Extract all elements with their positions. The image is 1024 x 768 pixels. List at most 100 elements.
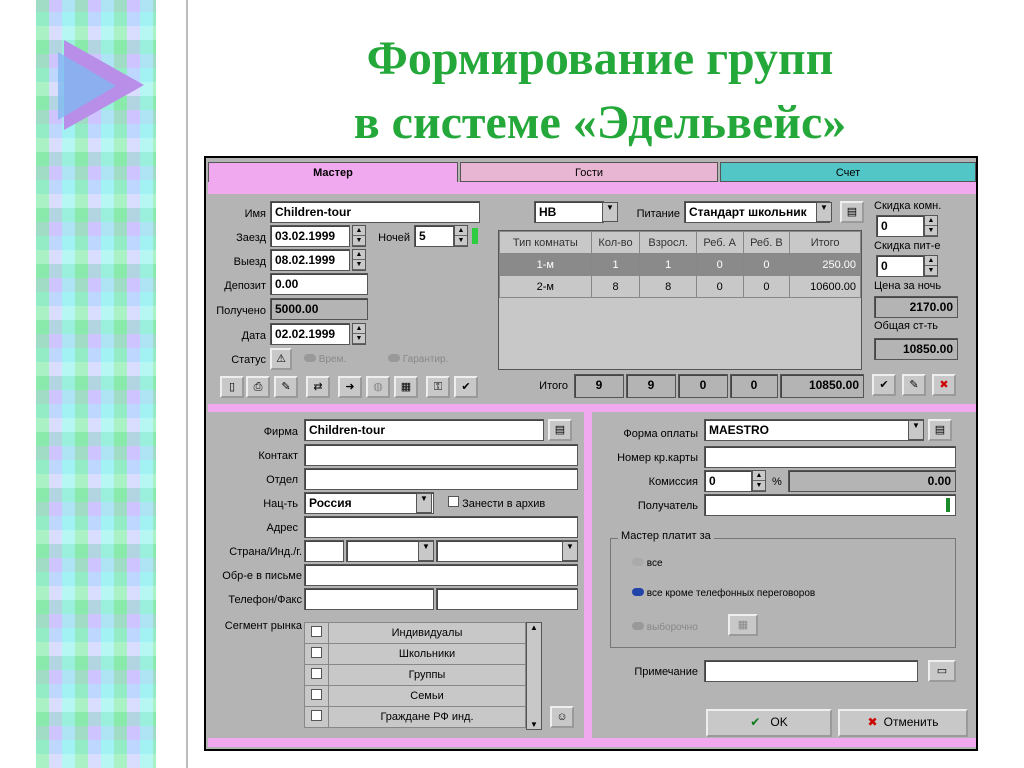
- firm-notes-icon[interactable]: ▤: [548, 419, 572, 441]
- pay-selective-radio[interactable]: выборочно: [632, 622, 698, 633]
- nights-field[interactable]: 5: [414, 225, 454, 247]
- list-item[interactable]: Школьники: [304, 643, 526, 665]
- tab-band: [208, 182, 976, 194]
- deposit-label: Депозит: [224, 280, 266, 292]
- list-item[interactable]: Индивидуалы: [304, 622, 526, 644]
- status-temp-radio[interactable]: Врем.: [304, 354, 346, 365]
- col-count[interactable]: Кол-во: [590, 231, 641, 254]
- meal-select[interactable]: Стандарт школьник: [684, 201, 830, 223]
- note-field[interactable]: [704, 660, 918, 682]
- calendar-icon[interactable]: ▤: [840, 201, 864, 223]
- cell: 8: [590, 275, 641, 298]
- payment-form-select[interactable]: MAESTRO: [704, 419, 924, 441]
- segment-checkbox[interactable]: [311, 668, 322, 679]
- segment-checkbox[interactable]: [311, 647, 322, 658]
- rooms-table: Тип комнаты Кол-во Взросл. Реб. А Реб. В…: [499, 231, 861, 298]
- night-price-label: Цена за ночь: [874, 280, 942, 292]
- edit-rooms-icon[interactable]: ✎: [902, 374, 926, 396]
- col-child-a[interactable]: Реб. А: [695, 231, 744, 254]
- col-child-b[interactable]: Реб. В: [742, 231, 791, 254]
- user-icon[interactable]: ☺: [550, 706, 574, 728]
- room-discount-field[interactable]: 0: [876, 215, 924, 237]
- name-label: Имя: [244, 208, 266, 220]
- tab-master[interactable]: Мастер: [208, 162, 458, 182]
- globe-icon[interactable]: ◍: [366, 376, 390, 398]
- meal-plan-select[interactable]: HB: [534, 201, 604, 223]
- payment-form-dropdown-icon[interactable]: ▼: [908, 420, 924, 440]
- delete-rooms-icon[interactable]: ✖: [932, 374, 956, 396]
- selective-grid-icon[interactable]: ▦: [728, 614, 758, 636]
- warning-icon[interactable]: ⚠: [270, 348, 292, 370]
- meal-discount-spinner[interactable]: ▲ ▼: [924, 255, 938, 277]
- tab-bill[interactable]: Счет: [720, 162, 976, 182]
- confirm-rooms-icon[interactable]: ✔: [872, 374, 896, 396]
- date-spinner[interactable]: ▲ ▼: [352, 323, 366, 345]
- name-field[interactable]: Children-tour: [270, 201, 480, 223]
- cell: 10600.00: [789, 275, 861, 298]
- status-guaranteed-radio[interactable]: Гарантир.: [388, 354, 448, 365]
- list-item[interactable]: Группы: [304, 664, 526, 686]
- deposit-field[interactable]: 0.00: [270, 273, 368, 295]
- dept-field[interactable]: [304, 468, 578, 490]
- cancel-button[interactable]: ✖ Отменить: [838, 709, 968, 737]
- date-field[interactable]: 02.02.1999: [270, 323, 350, 345]
- ok-button[interactable]: ✔ OK: [706, 709, 832, 737]
- percent-sign: %: [772, 476, 782, 488]
- firm-field[interactable]: Children-tour: [304, 419, 544, 441]
- pay-except-radio[interactable]: все кроме телефонных переговоров: [632, 588, 815, 599]
- tab-guests[interactable]: Гости: [460, 162, 718, 182]
- dept-label: Отдел: [266, 474, 298, 486]
- checkin-spinner[interactable]: ▲ ▼: [352, 225, 366, 247]
- meal-plan-dropdown-icon[interactable]: ▼: [602, 202, 618, 222]
- nationality-dropdown-icon[interactable]: ▼: [416, 493, 432, 513]
- segment-checkbox[interactable]: [311, 689, 322, 700]
- door-icon[interactable]: ▯: [220, 376, 244, 398]
- pay-all-radio[interactable]: все: [632, 558, 663, 569]
- table-row[interactable]: 1-м 1 1 0 0 250.00: [499, 253, 861, 276]
- city-field[interactable]: [436, 540, 578, 562]
- col-total[interactable]: Итого: [789, 231, 861, 254]
- segment-checkbox[interactable]: [311, 710, 322, 721]
- list-item[interactable]: Семьи: [304, 685, 526, 707]
- commission-spinner[interactable]: ▲ ▼: [752, 470, 766, 492]
- city-dropdown-icon[interactable]: ▼: [562, 541, 578, 561]
- phone-field[interactable]: [304, 588, 434, 610]
- segment-label-item: Граждане РФ инд.: [328, 706, 526, 728]
- nationality-select[interactable]: Россия: [304, 492, 434, 514]
- checkin-field[interactable]: 03.02.1999: [270, 225, 350, 247]
- payment-notes-icon[interactable]: ▤: [928, 419, 952, 441]
- archive-checkbox[interactable]: Занести в архив: [448, 496, 545, 510]
- nights-indicator: [472, 228, 478, 244]
- col-adults[interactable]: Взросл.: [639, 231, 697, 254]
- key-icon[interactable]: ⚿: [426, 376, 450, 398]
- print-icon[interactable]: ⎙: [246, 376, 270, 398]
- checkout-spinner[interactable]: ▲ ▼: [352, 249, 366, 271]
- country-code-field[interactable]: [304, 540, 344, 562]
- fax-field[interactable]: [436, 588, 578, 610]
- address-field[interactable]: [304, 516, 578, 538]
- login-icon[interactable]: ➜: [338, 376, 362, 398]
- greeting-field[interactable]: [304, 564, 578, 586]
- payee-field[interactable]: [704, 494, 956, 516]
- segment-checkbox[interactable]: [311, 626, 322, 637]
- contact-field[interactable]: [304, 444, 578, 466]
- commission-field[interactable]: 0: [704, 470, 752, 492]
- list-item[interactable]: Граждане РФ инд.: [304, 706, 526, 728]
- approve-icon[interactable]: ✔: [454, 376, 478, 398]
- room-discount-spinner[interactable]: ▲ ▼: [924, 215, 938, 237]
- pay-selective-label: выборочно: [646, 622, 698, 633]
- nights-spinner[interactable]: ▲ ▼: [454, 225, 468, 247]
- table-row[interactable]: 2-м 8 8 0 0 10600.00: [499, 275, 861, 298]
- segment-list: Индивидуалы Школьники Группы Семьи Гражд…: [304, 622, 526, 728]
- meal-dropdown-icon[interactable]: ▼: [816, 202, 832, 222]
- card-number-field[interactable]: [704, 446, 956, 468]
- index-dropdown-icon[interactable]: ▼: [418, 541, 434, 561]
- checkout-field[interactable]: 08.02.1999: [270, 249, 350, 271]
- transfer-icon[interactable]: ⇄: [306, 376, 330, 398]
- meal-discount-field[interactable]: 0: [876, 255, 924, 277]
- edit-icon[interactable]: ✎: [274, 376, 298, 398]
- segment-scrollbar[interactable]: ▲ ▼: [526, 622, 542, 730]
- calculator-icon[interactable]: ▦: [394, 376, 418, 398]
- col-room-type[interactable]: Тип комнаты: [499, 231, 592, 254]
- folder-icon[interactable]: ▭: [928, 660, 956, 682]
